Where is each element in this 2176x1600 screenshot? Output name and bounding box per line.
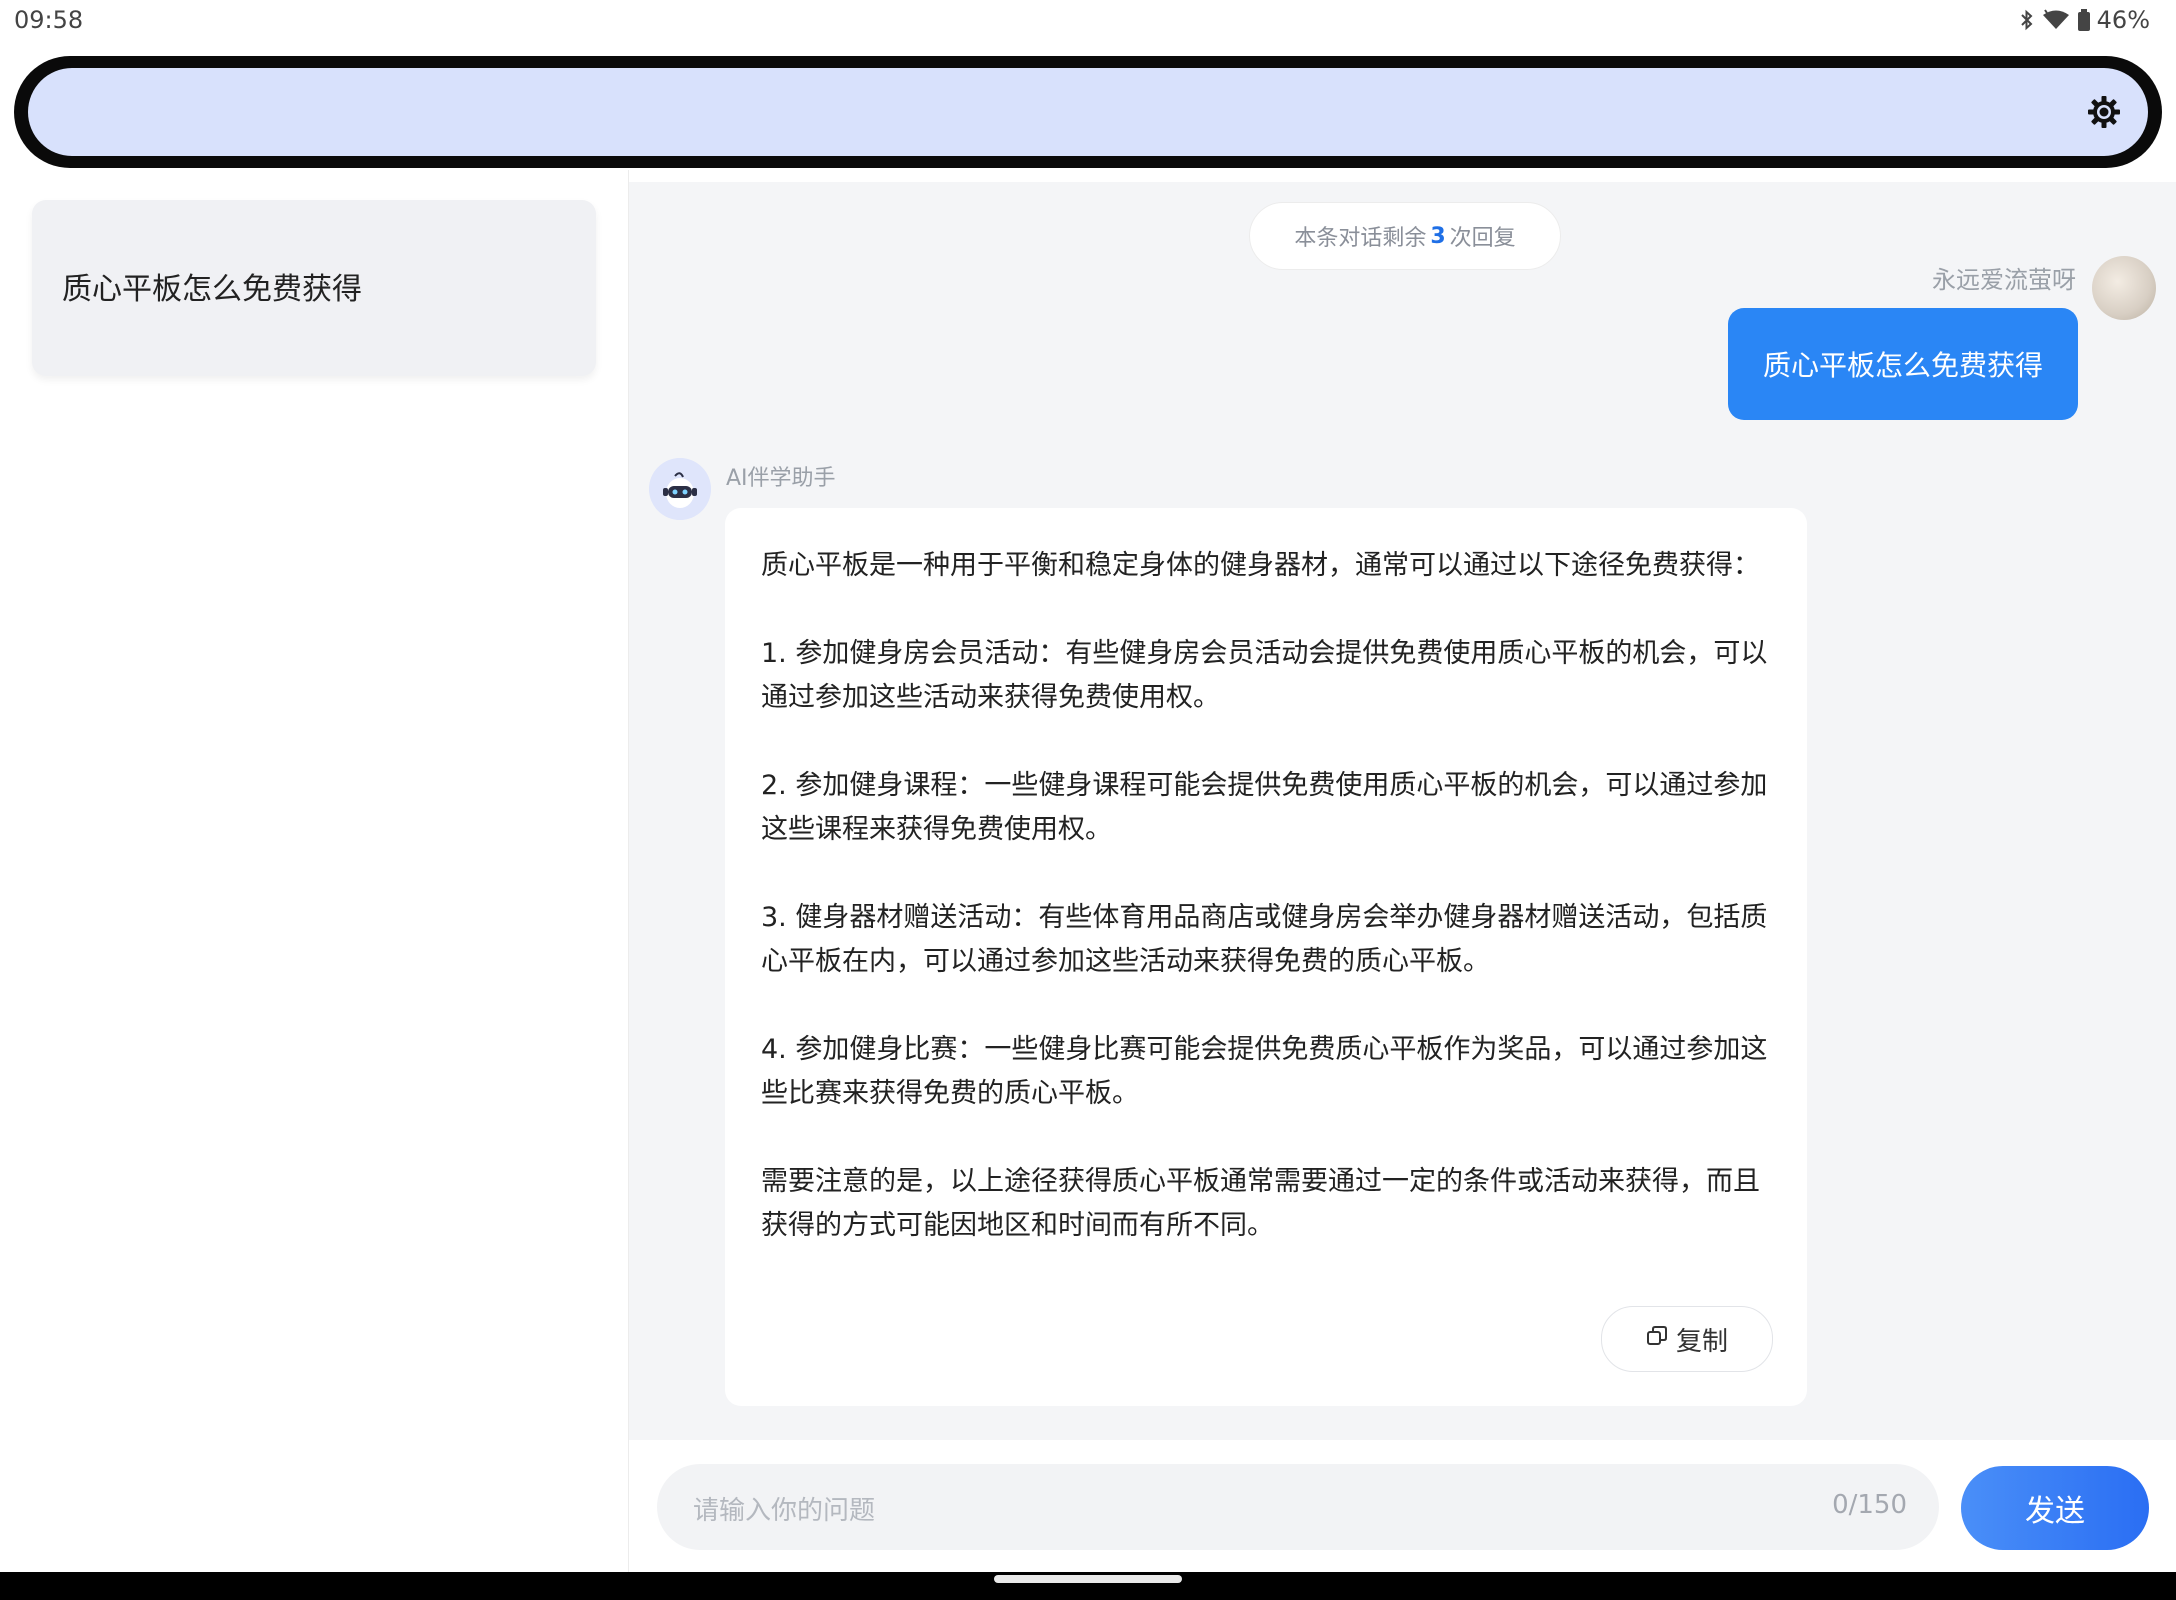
sidebar: 质心平板怎么免费获得	[0, 170, 629, 1572]
bluetooth-icon	[2019, 9, 2035, 31]
copy-button[interactable]: 复制	[1601, 1306, 1773, 1372]
status-time: 09:58	[14, 6, 84, 34]
gear-icon[interactable]	[2086, 94, 2122, 130]
remaining-prefix: 本条对话剩余	[1294, 226, 1427, 251]
copy-icon	[1646, 1324, 1668, 1354]
send-label: 发送	[2025, 1494, 2085, 1529]
input-placeholder: 请输入你的问题	[693, 1496, 876, 1526]
battery-percent: 46%	[2096, 6, 2150, 34]
history-item-title: 质心平板怎么免费获得	[62, 272, 362, 307]
user-message-bubble: 质心平板怎么免费获得	[1728, 308, 2078, 420]
bot-message-text: 质心平板是一种用于平衡和稳定身体的健身器材，通常可以通过以下途径免费获得： 1.…	[761, 550, 1768, 1241]
navigation-bar	[0, 1572, 2176, 1600]
home-gesture-handle[interactable]	[994, 1575, 1182, 1583]
battery-icon	[2077, 9, 2091, 31]
remaining-suffix: 次回复	[1449, 226, 1516, 251]
user-avatar[interactable]	[2092, 256, 2156, 320]
remaining-count: 3	[1430, 223, 1446, 249]
bot-message-card: 质心平板是一种用于平衡和稳定身体的健身器材，通常可以通过以下途径免费获得： 1.…	[725, 508, 1807, 1406]
bot-avatar	[649, 458, 711, 520]
bot-name: AI伴学助手	[726, 466, 836, 491]
send-button[interactable]: 发送	[1961, 1466, 2149, 1550]
top-bar	[14, 56, 2162, 168]
history-item[interactable]: 质心平板怎么免费获得	[32, 200, 596, 376]
wifi-icon	[2041, 9, 2071, 31]
input-bar: 请输入你的问题 0/150 发送	[629, 1440, 2176, 1572]
chat-area: 本条对话剩余 3 次回复 永远爱流萤呀 质心平板怎么免费获得 AI伴学助手 质心…	[629, 182, 2176, 1440]
user-message-text: 质心平板怎么免费获得	[1762, 349, 2043, 382]
copy-label: 复制	[1675, 1326, 1728, 1357]
user-name: 永远爱流萤呀	[1932, 266, 2076, 294]
remaining-replies-badge: 本条对话剩余 3 次回复	[1249, 202, 1561, 270]
question-input[interactable]: 请输入你的问题 0/150	[657, 1464, 1939, 1550]
status-bar: 09:58 46%	[0, 0, 2176, 44]
input-char-counter: 0/150	[1832, 1490, 1907, 1520]
top-bar-field[interactable]	[28, 68, 2148, 156]
status-icons: 46%	[2019, 6, 2150, 34]
